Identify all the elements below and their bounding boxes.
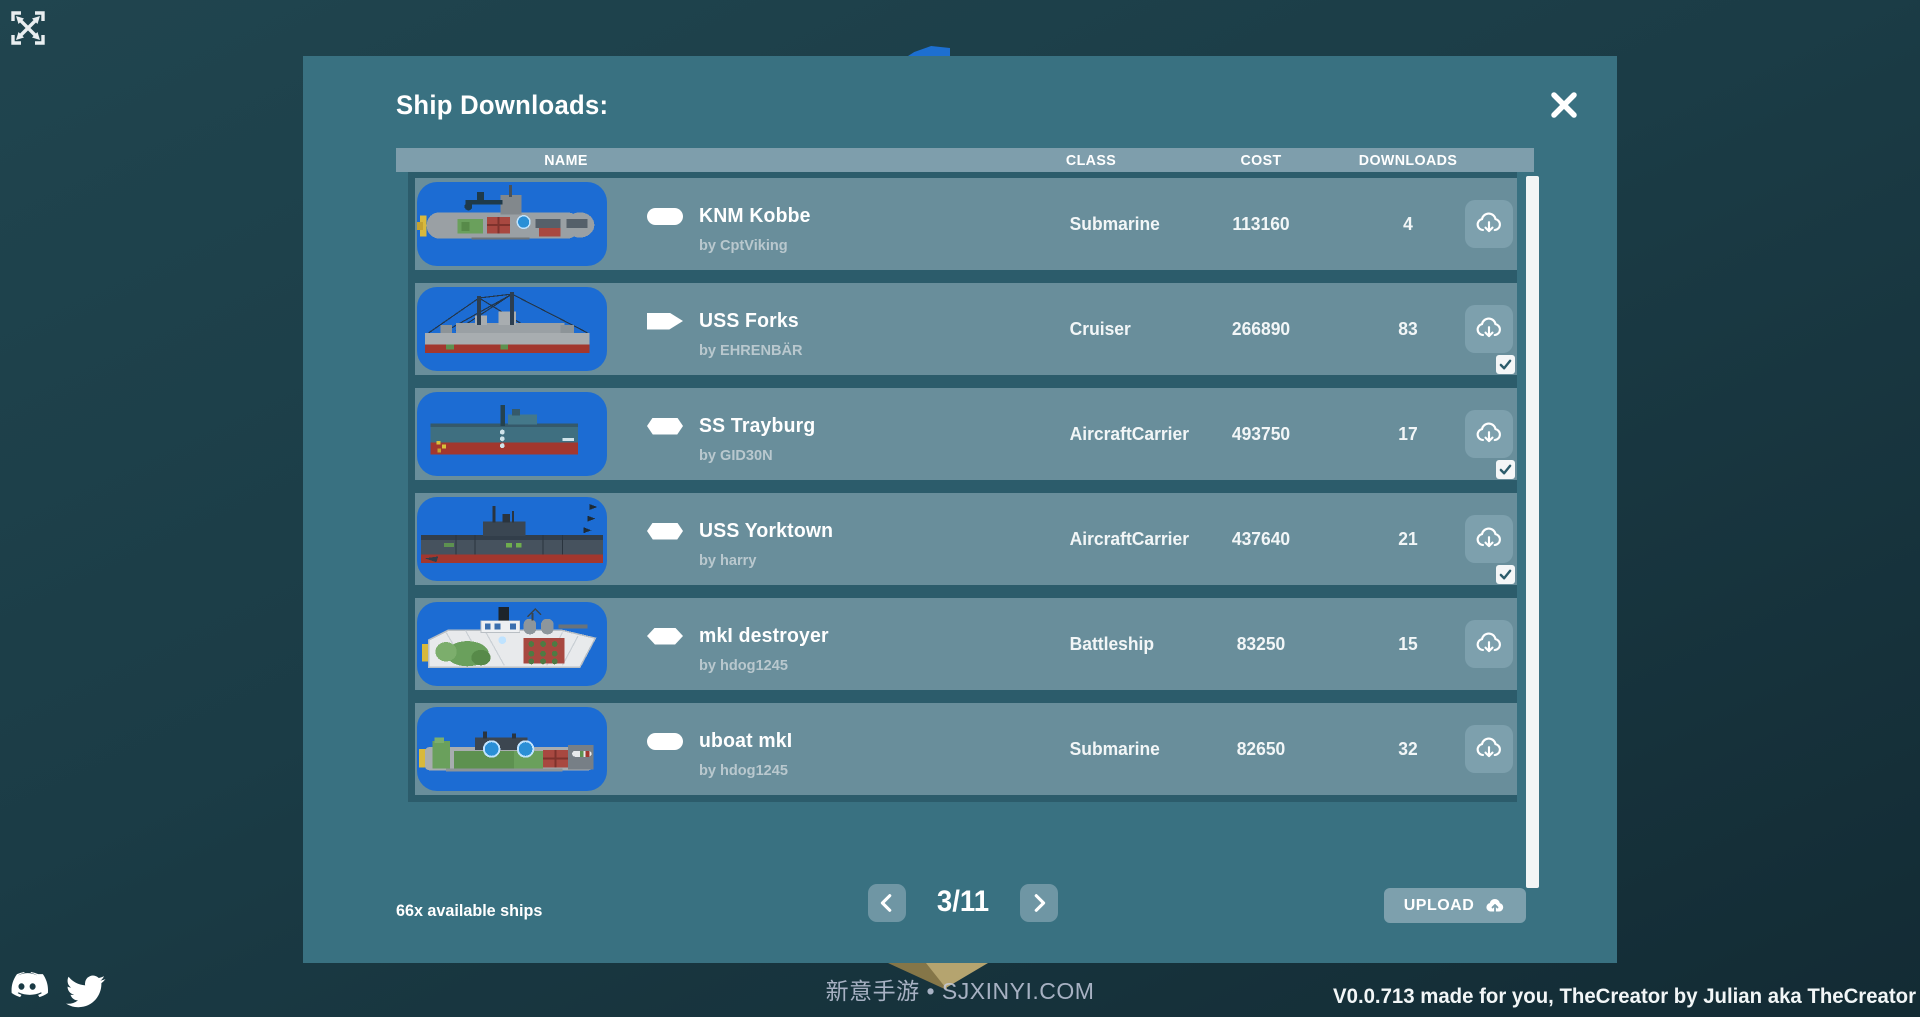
ship-author: by CptViking <box>699 237 1002 254</box>
cloud-upload-icon <box>1484 895 1506 917</box>
ship-class: Submarine <box>1013 739 1168 760</box>
ship-thumbnail <box>417 497 607 581</box>
download-button[interactable] <box>1465 515 1513 563</box>
ship-hull-icon <box>647 313 683 330</box>
upload-button-label: UPLOAD <box>1404 897 1475 915</box>
ship-author: by hdog1245 <box>699 657 1002 674</box>
ship-hull-icon <box>647 418 683 435</box>
download-button[interactable] <box>1465 620 1513 668</box>
ship-author: by GID30N <box>699 447 1002 464</box>
version-text: V0.0.713 made for you, TheCreator by Jul… <box>1333 985 1916 1009</box>
cloud-download-icon <box>1474 524 1504 554</box>
cloud-download-icon <box>1474 734 1504 764</box>
ship-name: USS Forks <box>699 310 799 333</box>
ship-row[interactable]: uboat mkI by hdog1245 Submarine 82650 32 <box>408 703 1517 795</box>
ship-cost: 83250 <box>1174 634 1349 655</box>
ship-row[interactable]: USS Yorktown by harry AircraftCarrier 43… <box>408 493 1517 585</box>
ship-name: KNM Kobbe <box>699 205 811 228</box>
ship-author: by hdog1245 <box>699 762 1002 779</box>
dialog-title: Ship Downloads: <box>396 90 608 121</box>
cloud-download-icon <box>1474 629 1504 659</box>
column-header-cost: COST <box>1176 152 1347 169</box>
download-button[interactable] <box>1465 725 1513 773</box>
ship-downloads-count: 32 <box>1353 739 1464 760</box>
ship-thumbnail <box>417 287 607 371</box>
ship-hull-icon <box>647 208 683 225</box>
downloaded-checkbox[interactable] <box>1496 355 1515 374</box>
ship-downloads-count: 83 <box>1353 319 1464 340</box>
ship-author: by harry <box>699 552 1002 569</box>
ship-hull-icon <box>647 733 683 750</box>
ship-hull-icon <box>647 523 683 540</box>
ship-name: SS Trayburg <box>699 415 815 438</box>
ship-cost: 437640 <box>1174 529 1349 550</box>
ship-downloads-count: 21 <box>1353 529 1464 550</box>
ship-cost: 113160 <box>1174 214 1349 235</box>
download-button[interactable] <box>1465 305 1513 353</box>
prev-page-button[interactable] <box>868 884 906 922</box>
upload-button[interactable]: UPLOAD <box>1384 888 1526 923</box>
ship-class: Battleship <box>1013 634 1168 655</box>
ship-cost: 82650 <box>1174 739 1349 760</box>
scrollbar-thumb[interactable] <box>1526 176 1539 888</box>
ship-row[interactable]: KNM Kobbe by CptViking Submarine 113160 … <box>408 178 1517 270</box>
column-header-class: CLASS <box>1015 152 1167 169</box>
ship-row[interactable]: USS Forks by EHRENBÄR Cruiser 266890 83 <box>408 283 1517 375</box>
ship-downloads-dialog: Ship Downloads: NAME CLASS COST DOWNLOAD… <box>303 56 1617 963</box>
download-button[interactable] <box>1465 200 1513 248</box>
table-header: NAME CLASS COST DOWNLOADS <box>396 148 1534 172</box>
downloaded-checkbox[interactable] <box>1496 460 1515 479</box>
download-button[interactable] <box>1465 410 1513 458</box>
page-indicator: 3/11 <box>912 885 1013 919</box>
ship-name: mkI destroyer <box>699 625 829 648</box>
cloud-download-icon <box>1474 314 1504 344</box>
column-header-downloads: DOWNLOADS <box>1354 152 1462 169</box>
ship-class: Cruiser <box>1013 319 1168 340</box>
ship-row[interactable]: SS Trayburg by GID30N AircraftCarrier 49… <box>408 388 1517 480</box>
cloud-download-icon <box>1474 209 1504 239</box>
ship-list: KNM Kobbe by CptViking Submarine 113160 … <box>408 178 1517 802</box>
ship-thumbnail <box>417 392 607 476</box>
ship-downloads-count: 4 <box>1353 214 1464 235</box>
ship-cost: 266890 <box>1174 319 1349 340</box>
ship-thumbnail <box>417 602 607 686</box>
ship-downloads-count: 17 <box>1353 424 1464 445</box>
ship-hull-icon <box>647 628 683 645</box>
ship-name: uboat mkI <box>699 730 792 753</box>
ship-thumbnail <box>417 707 607 791</box>
ship-downloads-count: 15 <box>1353 634 1464 655</box>
cloud-download-icon <box>1474 419 1504 449</box>
ship-row[interactable]: mkI destroyer by hdog1245 Battleship 832… <box>408 598 1517 690</box>
ship-class: AircraftCarrier <box>1013 424 1168 445</box>
ship-class: Submarine <box>1013 214 1168 235</box>
ship-name: USS Yorktown <box>699 520 833 543</box>
ship-class: AircraftCarrier <box>1013 529 1168 550</box>
close-icon[interactable] <box>1549 90 1579 120</box>
column-header-name: NAME <box>405 152 728 169</box>
ship-thumbnail <box>417 182 607 266</box>
next-page-button[interactable] <box>1020 884 1058 922</box>
ship-cost: 493750 <box>1174 424 1349 445</box>
fullscreen-expand-icon[interactable] <box>10 10 46 46</box>
background-scene-ship-peek <box>908 46 950 56</box>
ship-author: by EHRENBÄR <box>699 342 1002 359</box>
downloaded-checkbox[interactable] <box>1496 565 1515 584</box>
